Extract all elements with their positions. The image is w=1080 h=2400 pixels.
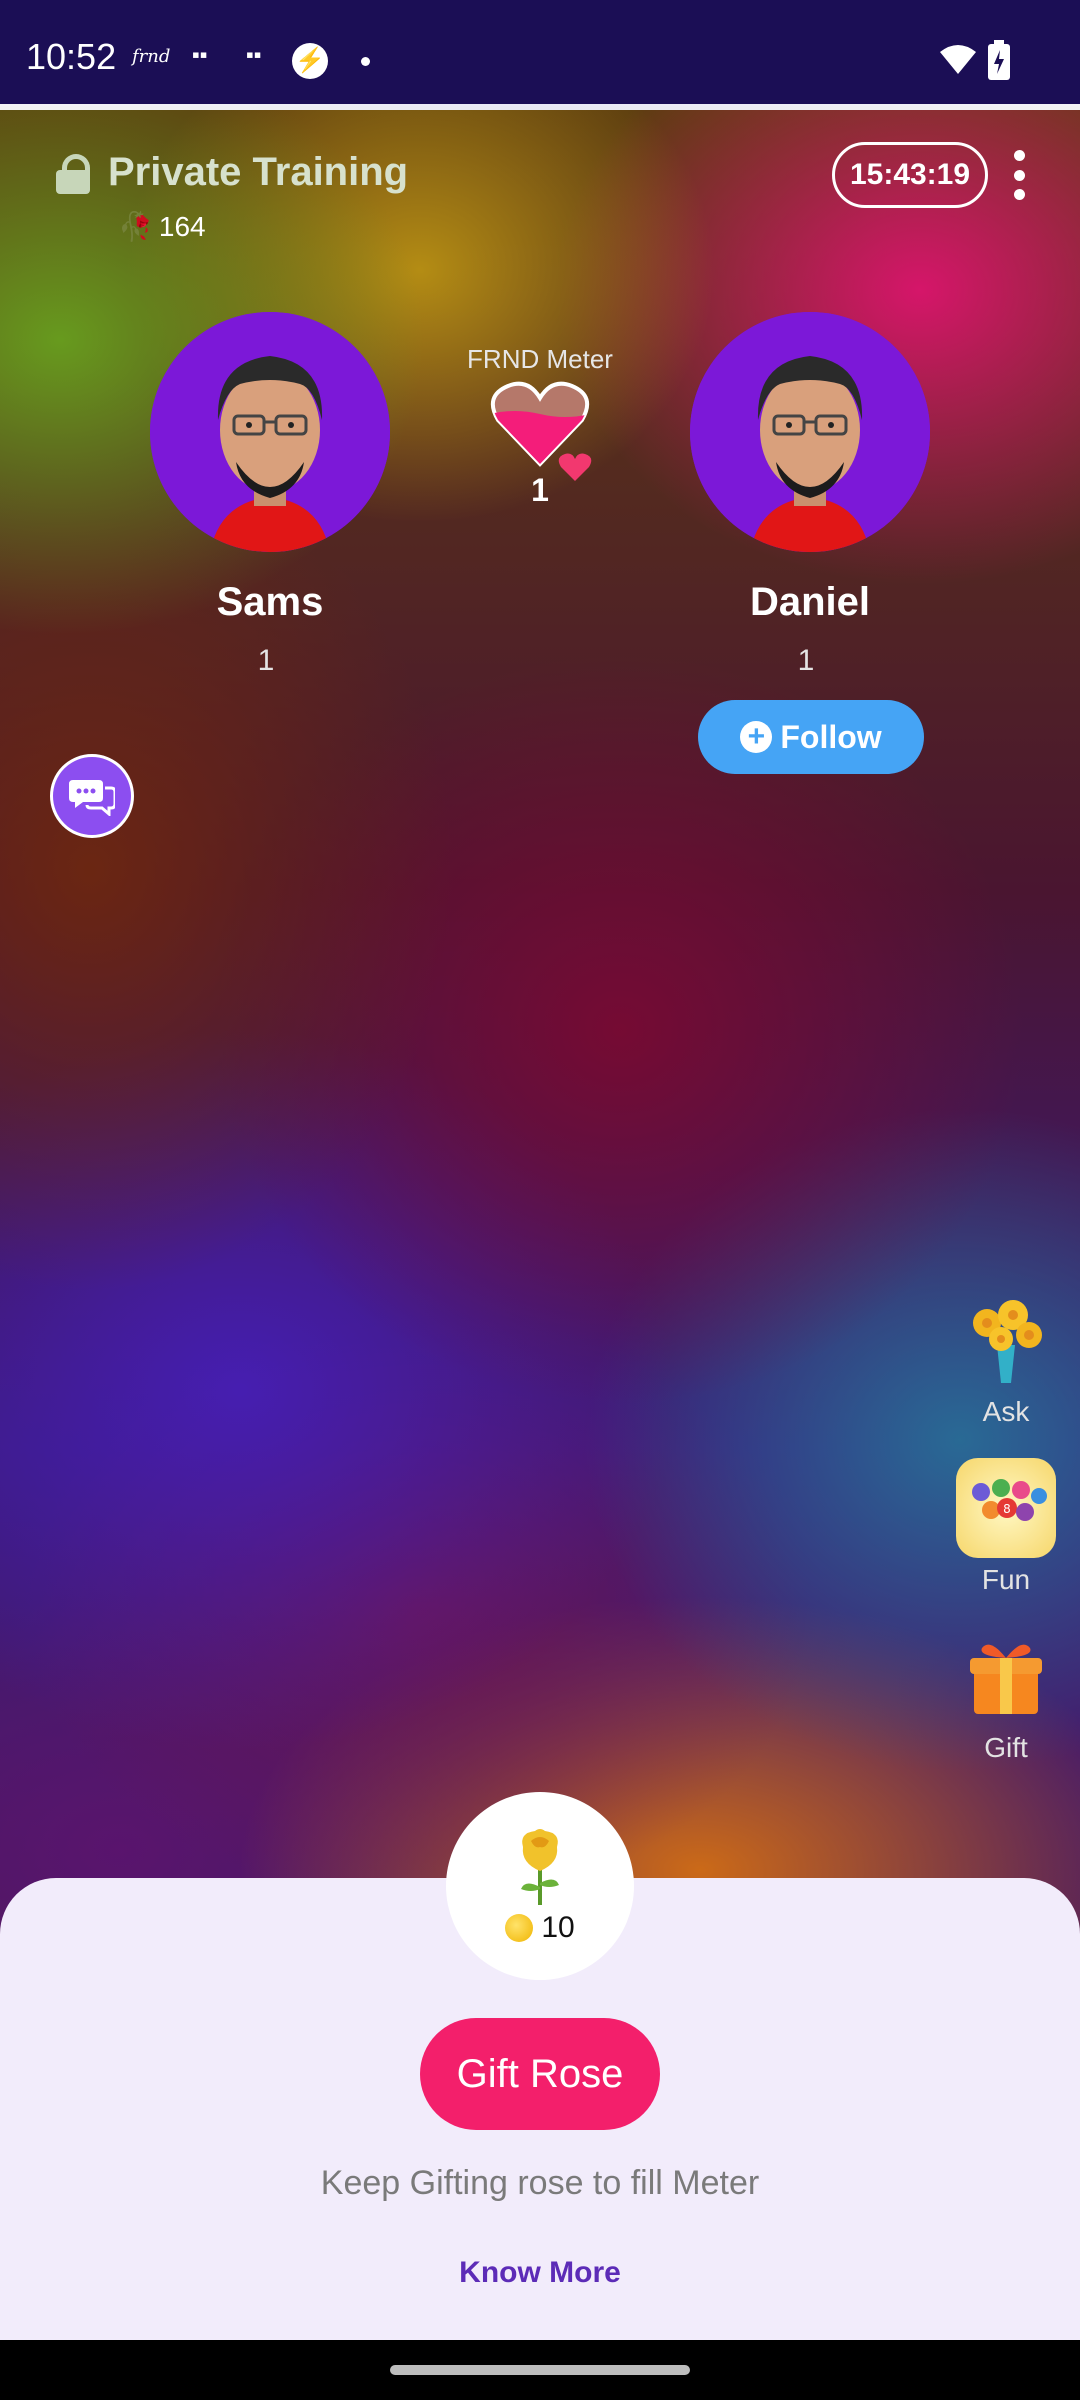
- rose-counter: 🥀 164: [118, 210, 206, 243]
- gift-rose-button[interactable]: Gift Rose: [420, 2018, 660, 2130]
- frnd-meter-count: 1: [531, 472, 549, 508]
- rose-icon: [521, 1829, 559, 1905]
- lock-icon: [56, 153, 90, 194]
- rose-price: 10: [505, 1911, 575, 1945]
- small-heart-icon: [558, 453, 592, 481]
- coin-icon: [505, 1914, 534, 1942]
- session-timer: 15:43:19: [832, 142, 988, 208]
- plus-icon: +: [740, 721, 773, 753]
- side-action-label: Fun: [981, 1564, 1031, 1595]
- user-count-right: 1: [797, 644, 815, 677]
- side-action-label: Ask: [982, 1396, 1030, 1427]
- user-name-left: Sams: [216, 580, 324, 624]
- user-count-left: 1: [257, 644, 275, 677]
- wifi-icon: [940, 45, 976, 74]
- header-divider: [0, 104, 1080, 110]
- gift-box-icon: [956, 1626, 1056, 1726]
- flower-bouquet-icon: [956, 1290, 1056, 1390]
- avatar-right[interactable]: [690, 312, 930, 552]
- follow-button[interactable]: + Follow: [698, 700, 924, 774]
- grid-icon: ▪▪: [246, 42, 262, 67]
- grid-icon: ▪▪: [192, 42, 208, 67]
- user-name-right: Daniel: [749, 580, 871, 624]
- side-action-label: Gift: [984, 1732, 1028, 1763]
- room-title: Private Training: [108, 150, 409, 194]
- svg-text:8: 8: [1003, 1502, 1011, 1516]
- side-action-ask[interactable]: Ask: [946, 1290, 1066, 1428]
- room-title-row: Private Training: [56, 150, 408, 195]
- rose-icon: 🥀: [118, 211, 153, 242]
- rose-gift-item[interactable]: 10: [446, 1792, 634, 1980]
- side-action-fun[interactable]: 8 Fun: [946, 1458, 1066, 1596]
- rose-price-value: 10: [541, 1911, 575, 1944]
- dot-icon: [361, 57, 370, 66]
- home-gesture-handle[interactable]: [390, 2365, 690, 2375]
- status-bar: 10:52 frnd ▪▪ ▪▪ ⚡: [0, 0, 1080, 106]
- know-more-link[interactable]: Know More: [0, 2256, 1080, 2290]
- rose-count-value: 164: [158, 210, 206, 242]
- frnd-meter-label: FRND Meter: [467, 344, 613, 374]
- status-time: 10:52: [26, 36, 117, 77]
- avatar-left[interactable]: [150, 312, 390, 552]
- frnd-logo-icon: frnd: [132, 46, 171, 67]
- more-options-icon[interactable]: [1012, 150, 1026, 200]
- chat-bubbles-icon: [69, 780, 115, 816]
- follow-label: Follow: [780, 718, 882, 755]
- bolt-icon: ⚡: [292, 43, 328, 79]
- battery-charging-icon: [988, 40, 1010, 80]
- gift-hint-text: Keep Gifting rose to fill Meter: [320, 2164, 760, 2202]
- bingo-balls-icon: 8: [956, 1458, 1056, 1558]
- side-action-gift[interactable]: Gift: [946, 1626, 1066, 1764]
- chat-button[interactable]: [50, 754, 134, 838]
